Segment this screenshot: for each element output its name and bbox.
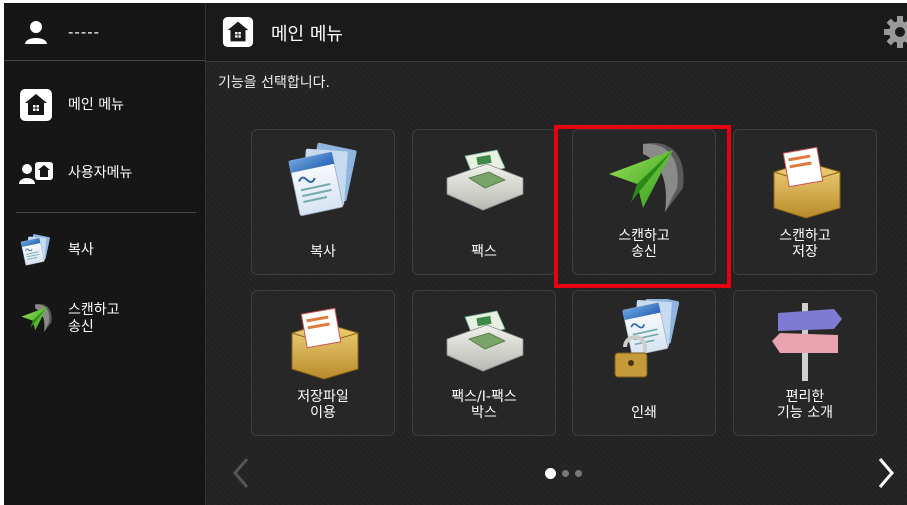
- tile-scan-store[interactable]: 스캔하고 저장: [733, 129, 877, 275]
- sidebar-item-main-menu[interactable]: 메인 메뉴: [4, 75, 205, 135]
- tile-copy[interactable]: 복사: [251, 129, 395, 275]
- page-dot: [562, 470, 569, 477]
- fax-icon: [446, 149, 524, 211]
- copy-icon: [287, 141, 358, 217]
- sidebar: ----- 메인 메뉴 사용자메뉴 복사 스캔하고 송신: [4, 3, 206, 505]
- tile-fax-box[interactable]: 팩스/I-팩스 박스: [412, 290, 556, 436]
- header: 메인 메뉴: [206, 3, 907, 62]
- stored-files-icon: [291, 307, 359, 380]
- tile-label: 스캔하고 저장: [779, 228, 831, 260]
- page-dot-active: [545, 468, 556, 479]
- tile-label: 편리한 기능 소개: [777, 389, 833, 421]
- sidebar-item-label: 스캔하고 송신: [68, 302, 120, 335]
- tile-feature-intro[interactable]: 편리한 기능 소개: [733, 290, 877, 436]
- tile-label: 인쇄: [631, 405, 657, 421]
- chevron-left-icon[interactable]: [231, 455, 251, 491]
- app-frame: ----- 메인 메뉴 사용자메뉴 복사 스캔하고 송신 메인 메뉴 기능을 선…: [4, 3, 907, 505]
- page-title: 메인 메뉴: [271, 24, 343, 45]
- page-indicator: [545, 468, 582, 479]
- scan-send-icon: [609, 142, 684, 212]
- tile-print[interactable]: 인쇄: [572, 290, 716, 436]
- page-dot: [575, 470, 582, 477]
- sidebar-divider: [16, 212, 196, 213]
- tile-label: 팩스: [471, 244, 497, 260]
- secure-print-icon: [603, 299, 687, 383]
- sidebar-item-user-menu[interactable]: 사용자메뉴: [4, 143, 205, 203]
- tile-label: 저장파일 이용: [297, 389, 349, 421]
- sidebar-item-label: 사용자메뉴: [68, 164, 133, 181]
- tile-scan-send[interactable]: 스캔하고 송신: [572, 129, 716, 275]
- chevron-right-icon[interactable]: [876, 455, 896, 491]
- copy-icon: [18, 232, 54, 268]
- sidebar-item-label: 복사: [68, 241, 94, 258]
- signpost-icon: [772, 303, 842, 381]
- sidebar-item-scan-send[interactable]: 스캔하고 송신: [4, 289, 205, 349]
- settings-button[interactable]: [883, 15, 907, 49]
- tile-label: 복사: [310, 244, 336, 260]
- user-login-area[interactable]: -----: [4, 3, 205, 61]
- tile-fax[interactable]: 팩스: [412, 129, 556, 275]
- sidebar-item-label: 메인 메뉴: [68, 96, 124, 113]
- tile-label: 팩스/I-팩스 박스: [451, 389, 517, 421]
- home-icon: [222, 16, 254, 48]
- instruction-text: 기능을 선택합니다.: [218, 75, 330, 91]
- tile-label: 스캔하고 송신: [618, 228, 670, 260]
- user-menu-icon: [18, 155, 54, 191]
- tile-stored-files[interactable]: 저장파일 이용: [251, 290, 395, 436]
- scan-send-icon: [18, 301, 54, 337]
- fax-box-icon: [446, 310, 524, 372]
- home-icon: [18, 87, 54, 123]
- sidebar-item-copy[interactable]: 복사: [4, 220, 205, 280]
- scan-store-icon: [773, 146, 841, 219]
- user-name: -----: [68, 22, 101, 41]
- gear-icon: [884, 16, 907, 48]
- user-icon: [25, 20, 47, 44]
